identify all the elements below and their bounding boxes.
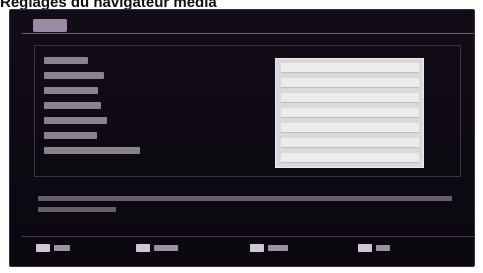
softkey-1[interactable] bbox=[36, 243, 70, 253]
softkey-2-icon bbox=[136, 244, 150, 252]
tv-menu-screen bbox=[9, 9, 475, 267]
setting-value-2[interactable] bbox=[281, 78, 419, 88]
description-line-1 bbox=[38, 196, 452, 201]
softkey-3-icon bbox=[250, 244, 264, 252]
title-divider bbox=[22, 33, 474, 34]
softkey-4[interactable] bbox=[358, 243, 390, 253]
setting-label-1[interactable] bbox=[44, 57, 88, 64]
softkey-4-icon bbox=[358, 244, 372, 252]
setting-value-5[interactable] bbox=[281, 123, 419, 133]
setting-label-6[interactable] bbox=[44, 132, 97, 139]
setting-value-7[interactable] bbox=[281, 153, 419, 163]
setting-value-3[interactable] bbox=[281, 93, 419, 103]
values-panel bbox=[275, 58, 424, 168]
setting-label-5[interactable] bbox=[44, 117, 107, 124]
setting-label-3[interactable] bbox=[44, 87, 98, 94]
setting-label-2[interactable] bbox=[44, 72, 104, 79]
setting-value-1[interactable] bbox=[281, 63, 419, 73]
softkey-3-label bbox=[268, 245, 288, 251]
footer-divider bbox=[22, 236, 474, 237]
softkey-1-label bbox=[54, 245, 70, 251]
menu-title-tab bbox=[33, 19, 67, 32]
softkey-2-label bbox=[154, 245, 178, 251]
setting-value-6[interactable] bbox=[281, 138, 419, 148]
softkey-4-label bbox=[376, 245, 390, 251]
softkey-2[interactable] bbox=[136, 243, 178, 253]
softkey-3[interactable] bbox=[250, 243, 288, 253]
setting-label-7[interactable] bbox=[44, 147, 140, 154]
softkey-1-icon bbox=[36, 244, 50, 252]
description-line-2 bbox=[38, 207, 116, 212]
setting-label-4[interactable] bbox=[44, 102, 101, 109]
setting-value-4[interactable] bbox=[281, 108, 419, 118]
